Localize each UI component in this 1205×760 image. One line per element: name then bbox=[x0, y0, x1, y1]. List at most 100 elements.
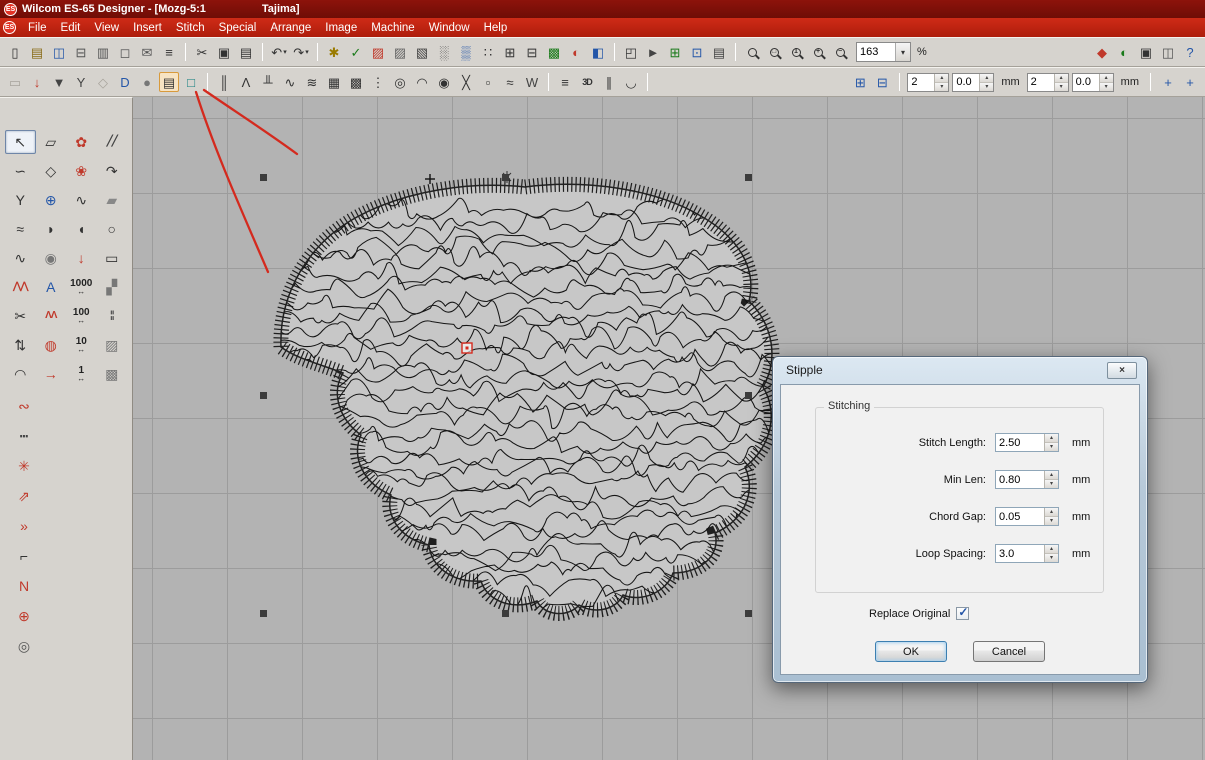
wave-effect-icon[interactable]: ≈ bbox=[500, 72, 520, 92]
stitch-list-icon[interactable]: ⊞ bbox=[500, 42, 520, 62]
zoom-level-input[interactable] bbox=[857, 46, 895, 58]
florentine-bend-icon[interactable]: ◡ bbox=[621, 72, 641, 92]
square-stitch-icon[interactable]: ▫ bbox=[478, 72, 498, 92]
closed-curve-icon[interactable]: ◗ bbox=[36, 217, 67, 241]
reshape-tool-icon[interactable]: ∽ bbox=[5, 159, 36, 183]
spiral-fill-icon[interactable]: ◉ bbox=[434, 72, 454, 92]
pin-stitch-icon[interactable]: ¦¦ bbox=[97, 304, 128, 328]
object-colors-icon[interactable]: ◧ bbox=[588, 42, 608, 62]
lettering-tool-icon[interactable]: A bbox=[36, 275, 67, 299]
stitch-length-spin-up[interactable]: ▴ bbox=[1045, 434, 1058, 443]
ellipse-tool-icon[interactable]: ○ bbox=[97, 217, 128, 241]
satin-fill-icon[interactable]: ▨ bbox=[390, 42, 410, 62]
corner-stitch-icon[interactable]: ⌐ bbox=[11, 544, 37, 568]
spin-up-icon[interactable]: ▴ bbox=[1055, 74, 1068, 83]
design-properties-icon[interactable]: ≡ bbox=[159, 42, 179, 62]
arc-digitize-icon[interactable]: ↷ bbox=[97, 159, 128, 183]
star-stitch-icon[interactable]: ✳ bbox=[11, 454, 37, 478]
column-count-spinner[interactable]: ▴▾ bbox=[1027, 73, 1069, 92]
zoom-in-icon[interactable]: + bbox=[808, 42, 828, 62]
menu-item-machine[interactable]: Machine bbox=[364, 20, 421, 36]
3d-warp-icon[interactable]: 3D bbox=[577, 72, 597, 92]
print-icon[interactable]: ▥ bbox=[93, 42, 113, 62]
zigzag-fill-icon[interactable]: ▨ bbox=[368, 42, 388, 62]
zoom-to-fit-icon[interactable]: + bbox=[1180, 72, 1200, 92]
program-split-icon[interactable]: ▩ bbox=[346, 72, 366, 92]
row-spacing-spinner[interactable]: ▴▾ bbox=[952, 73, 994, 92]
chevron-stitch-icon[interactable]: » bbox=[11, 514, 37, 538]
spin-down-icon[interactable]: ▾ bbox=[935, 83, 948, 91]
hoop-toggle-icon[interactable]: ⊡ bbox=[687, 42, 707, 62]
show-penetrations-icon[interactable]: ∷ bbox=[478, 42, 498, 62]
row-count-spinner[interactable]: ▴▾ bbox=[907, 73, 949, 92]
cross-stitch-icon[interactable]: ╳ bbox=[456, 72, 476, 92]
preset-1[interactable]: 1↔ bbox=[66, 362, 97, 386]
min-len-spin-up[interactable]: ▴ bbox=[1045, 471, 1058, 480]
step-fill-icon[interactable]: ▧ bbox=[412, 42, 432, 62]
buttonhole-icon[interactable]: ▰ bbox=[97, 188, 128, 212]
object-edit-icon[interactable]: ◇ bbox=[36, 159, 67, 183]
min-len-spin-down[interactable]: ▾ bbox=[1045, 480, 1058, 488]
jump-run-icon[interactable]: → bbox=[36, 362, 67, 386]
polygon-select-icon[interactable]: ▱ bbox=[36, 130, 67, 154]
column-tool-icon[interactable]: ◖ bbox=[66, 217, 97, 241]
stipple-tool-icon[interactable]: ▤ bbox=[159, 72, 179, 92]
select-tool-icon[interactable]: ↖ bbox=[5, 130, 36, 154]
satin-stitch-icon[interactable]: ║ bbox=[214, 72, 234, 92]
contour-fill-icon[interactable]: ◠ bbox=[412, 72, 432, 92]
texture-b-icon[interactable]: ▩ bbox=[97, 362, 128, 386]
open-curve-icon[interactable]: ≈ bbox=[5, 217, 36, 241]
menu-logo-icon[interactable]: ES bbox=[3, 21, 16, 34]
save-design-icon[interactable]: ◫ bbox=[49, 42, 69, 62]
menu-item-stitch[interactable]: Stitch bbox=[169, 20, 212, 36]
accordion-spacing-icon[interactable]: ≡ bbox=[555, 72, 575, 92]
dim-artwork-icon[interactable]: ● bbox=[137, 72, 157, 92]
chevron-down-icon[interactable]: ▾ bbox=[895, 43, 910, 61]
column-spacing-input[interactable] bbox=[1073, 74, 1099, 91]
auto-digitizer-icon[interactable]: ◆ bbox=[1092, 42, 1112, 62]
layout-windows-icon[interactable]: ◫ bbox=[1158, 42, 1178, 62]
zigzag-stitch-icon[interactable]: Λ bbox=[236, 72, 256, 92]
spin-down-icon[interactable]: ▾ bbox=[980, 83, 993, 91]
new-design-icon[interactable]: ▯ bbox=[5, 42, 25, 62]
selection-handle[interactable] bbox=[260, 392, 267, 399]
arc-fan-icon[interactable]: ◠ bbox=[5, 362, 36, 386]
dialog-close-button[interactable]: × bbox=[1107, 362, 1137, 379]
thread-palette-icon[interactable]: ◐ bbox=[566, 42, 586, 62]
spin-up-icon[interactable]: ▴ bbox=[935, 74, 948, 83]
pull-comp-grid-icon[interactable]: ⊞ bbox=[850, 72, 870, 92]
branching-tool-icon[interactable]: Y bbox=[71, 72, 91, 92]
print-preview-icon[interactable]: ◻ bbox=[115, 42, 135, 62]
diagonal-run-icon[interactable]: ⇗ bbox=[11, 484, 37, 508]
show-repeats-icon[interactable]: ▭ bbox=[5, 72, 25, 92]
nudge-tool-icon[interactable]: ⇅ bbox=[5, 333, 36, 357]
motif-fill-icon[interactable]: ▒ bbox=[456, 42, 476, 62]
stitch-wave-icon[interactable]: ∿ bbox=[66, 188, 97, 212]
pan-icon[interactable]: + bbox=[1158, 72, 1178, 92]
spin-down-icon[interactable]: ▾ bbox=[1100, 83, 1113, 91]
chord-gap-input[interactable] bbox=[996, 508, 1044, 525]
column-count-input[interactable] bbox=[1028, 74, 1054, 91]
color-blend-icon[interactable]: ◍ bbox=[36, 333, 67, 357]
hatch-fill-icon[interactable]: ╱╱ bbox=[97, 130, 128, 154]
artwork-bitmap-icon[interactable]: ◉ bbox=[36, 246, 67, 270]
zoom-out-icon[interactable]: − bbox=[830, 42, 850, 62]
rectangle-tool-icon[interactable]: ▭ bbox=[97, 246, 128, 270]
motif-run-icon[interactable]: ∿ bbox=[280, 72, 300, 92]
row-spacing-input[interactable] bbox=[953, 74, 979, 91]
selection-handle[interactable] bbox=[745, 174, 752, 181]
titlebar[interactable]: ES Wilcom ES-65 Designer - [Mozg-5:1 Taj… bbox=[0, 0, 1205, 18]
stitch-length-input[interactable] bbox=[996, 434, 1044, 451]
cut-object-icon[interactable]: ✂ bbox=[5, 304, 36, 328]
dashed-run-icon[interactable]: ┅ bbox=[11, 424, 37, 448]
menu-item-file[interactable]: File bbox=[21, 20, 54, 36]
help-topics-icon[interactable]: ? bbox=[1180, 42, 1200, 62]
florentine-effect-icon[interactable]: ✿ bbox=[66, 130, 97, 154]
selection-handle[interactable] bbox=[260, 610, 267, 617]
fabric-grid-icon[interactable]: ⊟ bbox=[872, 72, 892, 92]
row-count-input[interactable] bbox=[908, 74, 934, 91]
selection-handle[interactable] bbox=[502, 174, 509, 181]
motif-stamp-icon[interactable]: ▞ bbox=[97, 275, 128, 299]
design-info-icon[interactable]: ▣ bbox=[1136, 42, 1156, 62]
outlines-mode-icon[interactable]: D bbox=[115, 72, 135, 92]
